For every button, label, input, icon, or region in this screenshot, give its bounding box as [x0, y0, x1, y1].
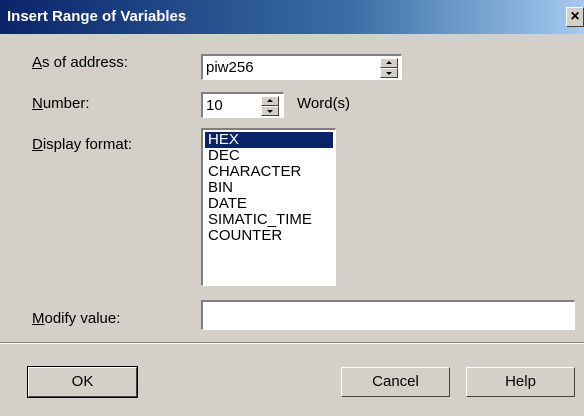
display-format-label: Display format: — [32, 136, 133, 153]
address-spin-down[interactable] — [380, 68, 398, 78]
number-spinner[interactable] — [261, 96, 279, 116]
address-label: As of address: — [32, 54, 128, 71]
number-value: 10 — [206, 97, 223, 114]
format-option-bin[interactable]: BIN — [205, 180, 333, 196]
help-button[interactable]: Help — [466, 367, 575, 397]
insert-range-dialog: Insert Range of Variables × As of addres… — [0, 0, 584, 416]
down-arrow-icon — [267, 110, 273, 113]
display-format-listbox[interactable]: HEX DEC CHARACTER BIN DATE SIMATIC_TIME … — [201, 128, 336, 286]
close-button[interactable]: × — [566, 7, 584, 27]
format-option-dec[interactable]: DEC — [205, 148, 333, 164]
modify-value-input[interactable] — [201, 300, 575, 330]
number-label: Number: — [32, 95, 90, 112]
number-spin-down[interactable] — [261, 106, 279, 116]
format-option-counter[interactable]: COUNTER — [205, 228, 333, 244]
format-option-character[interactable]: CHARACTER — [205, 164, 333, 180]
close-icon: × — [570, 8, 580, 25]
cancel-button[interactable]: Cancel — [341, 367, 450, 397]
address-input[interactable]: piw256 — [201, 54, 402, 80]
number-input[interactable]: 10 — [201, 92, 284, 118]
dialog-title: Insert Range of Variables — [7, 8, 187, 25]
address-spin-up[interactable] — [380, 58, 398, 68]
number-unit-label: Word(s) — [297, 95, 351, 112]
button-separator — [0, 342, 584, 344]
format-option-date[interactable]: DATE — [205, 196, 333, 212]
down-arrow-icon — [386, 72, 392, 75]
format-option-simatic-time[interactable]: SIMATIC_TIME — [205, 212, 333, 228]
address-spinner[interactable] — [380, 58, 398, 78]
address-value: piw256 — [206, 59, 254, 76]
modify-value-label: Modify value: — [32, 310, 121, 327]
number-spin-up[interactable] — [261, 96, 279, 106]
up-arrow-icon — [267, 99, 273, 102]
ok-button[interactable]: OK — [27, 366, 138, 398]
format-option-hex[interactable]: HEX — [205, 132, 333, 148]
title-bar[interactable]: Insert Range of Variables × — [0, 0, 584, 34]
up-arrow-icon — [386, 61, 392, 64]
